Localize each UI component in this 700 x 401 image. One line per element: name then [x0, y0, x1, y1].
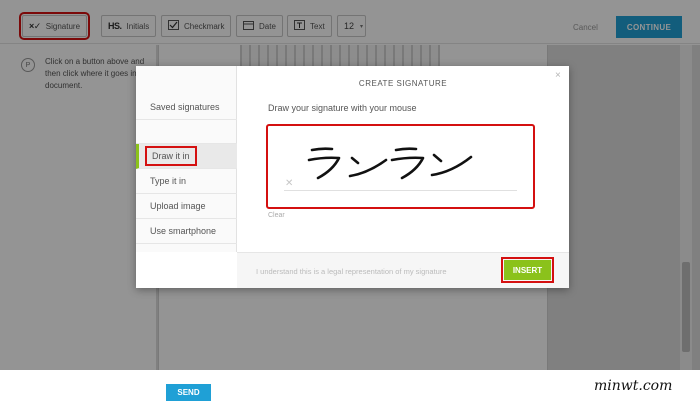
draw-instruction: Draw your signature with your mouse	[268, 103, 417, 113]
signature-method-sidebar: Saved signatures Draw it in Type it in U…	[136, 66, 237, 252]
send-button[interactable]: SEND	[166, 384, 211, 401]
create-signature-modal: Saved signatures Draw it in Type it in U…	[136, 66, 569, 288]
clear-link[interactable]: Clear	[268, 212, 285, 219]
signature-baseline	[284, 190, 517, 191]
modal-title: CREATE SIGNATURE	[358, 79, 448, 88]
sidebar-item-empty	[136, 120, 237, 144]
sidebar-item-label: Use smartphone	[150, 226, 217, 236]
sidebar-item-type-it-in[interactable]: Type it in	[136, 169, 237, 194]
sidebar-item-draw-it-in[interactable]: Draw it in	[136, 144, 237, 169]
legal-disclaimer: I understand this is a legal representat…	[256, 267, 447, 276]
insert-button[interactable]: INSERT	[501, 257, 554, 283]
sidebar-item-label: Type it in	[150, 176, 187, 186]
watermark-text: minwt.com	[594, 378, 673, 394]
sidebar-item-label: Upload image	[150, 201, 206, 211]
sidebar-item-label: Saved signatures	[150, 102, 220, 112]
sidebar-item-upload-image[interactable]: Upload image	[136, 194, 237, 219]
drawn-signature	[307, 147, 473, 180]
sidebar-item-label: Draw it in	[145, 146, 197, 166]
sidebar-item-saved-signatures[interactable]: Saved signatures	[136, 95, 237, 120]
sign-here-x-icon: ✕	[285, 178, 294, 189]
close-icon[interactable]: ×	[555, 70, 561, 81]
sidebar-item-use-smartphone[interactable]: Use smartphone	[136, 219, 237, 244]
